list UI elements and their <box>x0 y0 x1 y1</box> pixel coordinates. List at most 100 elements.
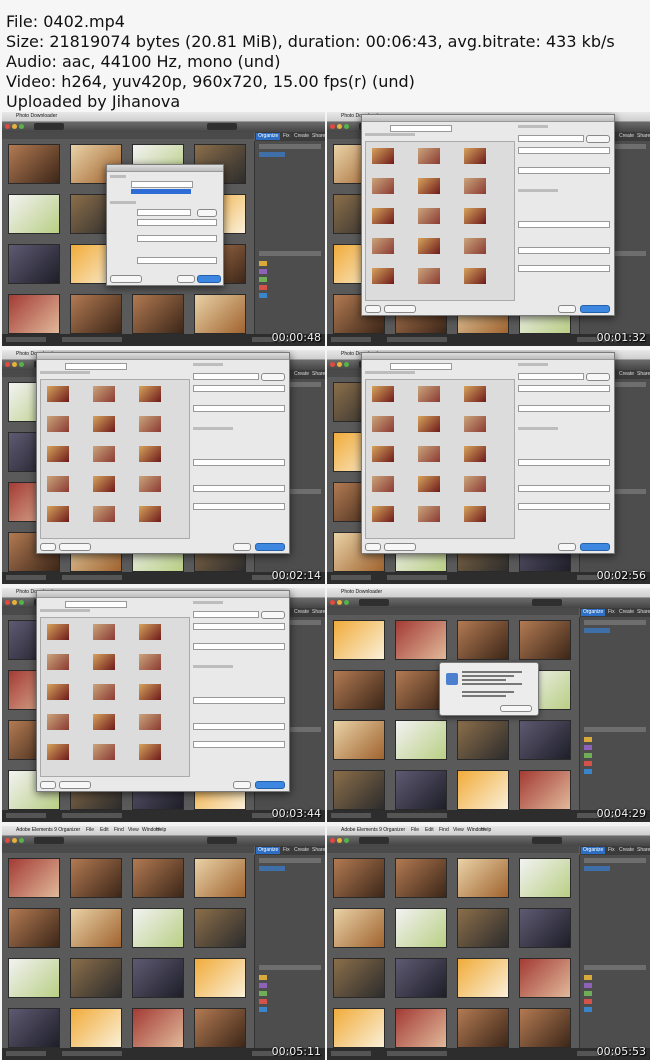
dialog-photo-thumbnail[interactable] <box>418 208 440 224</box>
album-item[interactable] <box>584 628 610 633</box>
dialog-photo-thumbnail[interactable] <box>93 684 115 700</box>
search-field[interactable] <box>34 123 64 130</box>
media-thumbnail[interactable] <box>457 770 509 810</box>
close-window-button[interactable] <box>330 838 335 843</box>
media-thumbnail[interactable] <box>333 670 385 710</box>
album-item[interactable] <box>584 866 610 871</box>
create-subfolders-select[interactable] <box>137 219 217 226</box>
template-select[interactable] <box>193 485 285 492</box>
media-thumbnail[interactable] <box>395 770 447 810</box>
dialog-photo-thumbnail[interactable] <box>139 446 161 462</box>
delete-options-select[interactable] <box>193 697 285 704</box>
tab-fix[interactable]: Fix <box>608 609 615 616</box>
menu-item-2[interactable]: Edit <box>100 827 109 834</box>
keyword-tag-1[interactable] <box>259 269 267 274</box>
dialog-photo-thumbnail[interactable] <box>139 654 161 670</box>
media-thumbnail[interactable] <box>457 720 509 760</box>
menu-item-1[interactable]: File <box>86 827 94 834</box>
get-photos-from-select[interactable] <box>65 601 127 608</box>
close-window-button[interactable] <box>330 362 335 367</box>
search-field[interactable] <box>359 837 389 844</box>
create-subfolders-select[interactable] <box>518 385 610 392</box>
media-thumbnail[interactable] <box>333 620 385 660</box>
menu-item-6[interactable]: Help <box>481 827 491 834</box>
get-photos-from-select[interactable] <box>390 363 452 370</box>
menu-item-0[interactable]: Adobe Elements 9 Organizer <box>16 827 80 834</box>
close-window-button[interactable] <box>330 600 335 605</box>
album-item[interactable] <box>259 152 285 157</box>
media-thumbnail[interactable] <box>395 1008 447 1048</box>
zoom-window-button[interactable] <box>19 124 24 129</box>
keyword-tags-header[interactable] <box>259 965 321 970</box>
keyword-tag-2[interactable] <box>584 753 592 758</box>
media-thumbnail[interactable] <box>519 908 571 948</box>
help-button[interactable] <box>40 781 56 789</box>
dialog-photo-thumbnail[interactable] <box>372 208 394 224</box>
standard-dialog-button[interactable] <box>384 305 416 313</box>
dialog-photo-thumbnail[interactable] <box>464 208 486 224</box>
search-field[interactable] <box>359 599 389 606</box>
sort-select[interactable] <box>532 599 562 606</box>
menu-item-6[interactable]: Help <box>156 827 166 834</box>
dialog-photo-thumbnail[interactable] <box>47 744 69 760</box>
dialog-photo-thumbnail[interactable] <box>372 238 394 254</box>
zoom-window-button[interactable] <box>19 838 24 843</box>
keyword-tag-0[interactable] <box>584 975 592 980</box>
choose-button[interactable] <box>261 611 285 619</box>
media-thumbnail[interactable] <box>457 620 509 660</box>
close-window-button[interactable] <box>330 124 335 129</box>
dialog-photo-thumbnail[interactable] <box>93 624 115 640</box>
tab-share[interactable]: Share <box>637 371 650 378</box>
dialog-photo-thumbnail[interactable] <box>47 416 69 432</box>
tab-create[interactable]: Create <box>619 133 634 140</box>
media-thumbnail[interactable] <box>70 294 122 334</box>
media-thumbnail[interactable] <box>8 958 60 998</box>
alert-ok-button[interactable] <box>500 705 532 712</box>
close-window-button[interactable] <box>5 124 10 129</box>
dialog-photo-thumbnail[interactable] <box>93 506 115 522</box>
zoom-window-button[interactable] <box>344 362 349 367</box>
media-thumbnail[interactable] <box>333 908 385 948</box>
dialog-photo-thumbnail[interactable] <box>139 416 161 432</box>
media-thumbnail[interactable] <box>70 858 122 898</box>
dialog-photo-thumbnail[interactable] <box>47 624 69 640</box>
minimize-window-button[interactable] <box>12 838 17 843</box>
media-thumbnail[interactable] <box>132 908 184 948</box>
cancel-button[interactable] <box>233 543 251 551</box>
dialog-photo-thumbnail[interactable] <box>464 416 486 432</box>
dialog-photo-thumbnail[interactable] <box>139 744 161 760</box>
menu-item-0[interactable]: Adobe Elements 9 Organizer <box>341 827 405 834</box>
media-thumbnail[interactable] <box>457 958 509 998</box>
tab-create[interactable]: Create <box>294 847 309 854</box>
keyword-tags-header[interactable] <box>584 727 646 732</box>
minimize-window-button[interactable] <box>337 838 342 843</box>
close-window-button[interactable] <box>5 362 10 367</box>
dialog-photo-thumbnail[interactable] <box>47 446 69 462</box>
dialog-photo-thumbnail[interactable] <box>372 386 394 402</box>
keyword-tag-2[interactable] <box>259 277 267 282</box>
location-field[interactable] <box>193 373 259 380</box>
dialog-photo-thumbnail[interactable] <box>93 714 115 730</box>
dialog-photo-thumbnail[interactable] <box>418 506 440 522</box>
get-photos-from-select[interactable] <box>131 181 193 188</box>
media-thumbnail[interactable] <box>395 720 447 760</box>
minimize-window-button[interactable] <box>337 124 342 129</box>
media-thumbnail[interactable] <box>333 958 385 998</box>
dialog-photo-thumbnail[interactable] <box>139 684 161 700</box>
media-thumbnail[interactable] <box>194 908 246 948</box>
delete-options-select[interactable] <box>137 257 217 264</box>
minimize-window-button[interactable] <box>12 600 17 605</box>
media-thumbnail[interactable] <box>519 858 571 898</box>
dialog-photo-thumbnail[interactable] <box>464 268 486 284</box>
create-subfolders-select[interactable] <box>193 385 285 392</box>
media-thumbnail[interactable] <box>395 958 447 998</box>
dialog-photo-thumbnail[interactable] <box>464 386 486 402</box>
minimize-window-button[interactable] <box>12 124 17 129</box>
albums-header[interactable] <box>259 858 321 863</box>
cancel-button[interactable] <box>558 543 576 551</box>
dialog-photo-thumbnail[interactable] <box>47 654 69 670</box>
media-thumbnail[interactable] <box>457 858 509 898</box>
menu-item-4[interactable]: View <box>453 827 464 834</box>
tab-share[interactable]: Share <box>312 133 325 140</box>
keyword-tag-4[interactable] <box>584 769 592 774</box>
